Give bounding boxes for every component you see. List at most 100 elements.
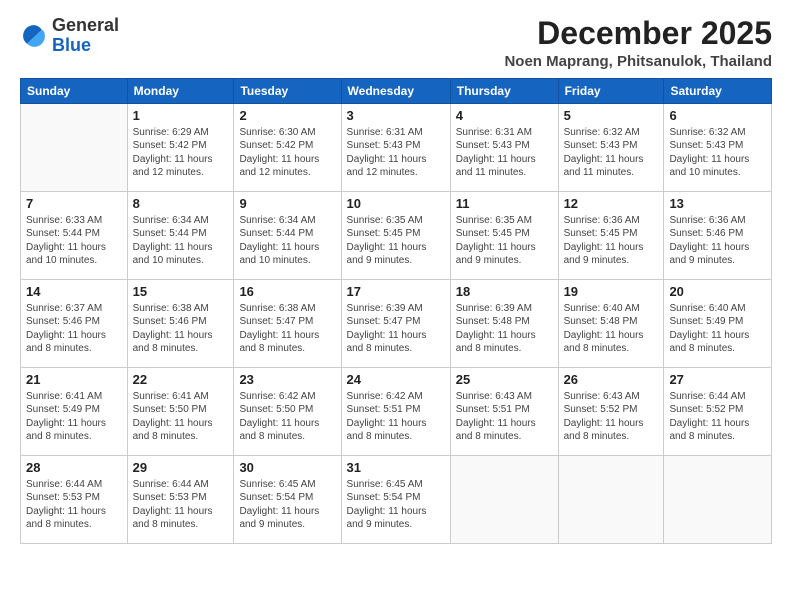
day-info: Sunrise: 6:36 AMSunset: 5:46 PMDaylight:… [669,215,749,267]
day-info: Sunrise: 6:44 AMSunset: 5:52 PMDaylight:… [669,391,749,443]
day-number: 12 [564,195,659,213]
calendar-cell [558,456,664,544]
day-info: Sunrise: 6:40 AMSunset: 5:49 PMDaylight:… [669,303,749,355]
logo-blue: Blue [52,36,119,56]
calendar-cell: 18Sunrise: 6:39 AMSunset: 5:48 PMDayligh… [450,280,558,368]
day-info: Sunrise: 6:43 AMSunset: 5:52 PMDaylight:… [564,391,644,443]
calendar-cell [664,456,772,544]
calendar-week-1: 1 Sunrise: 6:29 AMSunset: 5:42 PMDaylight… [21,104,772,192]
day-info: Sunrise: 6:41 AMSunset: 5:50 PMDaylight:… [133,391,213,443]
day-number: 7 [26,195,122,213]
day-info: Sunrise: 6:35 AMSunset: 5:45 PMDaylight:… [347,215,427,267]
day-number: 1 [133,107,229,125]
day-info: Sunrise: 6:42 AMSunset: 5:50 PMDaylight:… [239,391,319,443]
day-number: 4 [456,107,553,125]
calendar-week-2: 7Sunrise: 6:33 AMSunset: 5:44 PMDaylight… [21,192,772,280]
calendar-cell: 16 Sunrise: 6:38 AMSunset: 5:47 PMDayligh… [234,280,341,368]
calendar-cell: 17 Sunrise: 6:39 AMSunset: 5:47 PMDayligh… [341,280,450,368]
col-sunday: Sunday [21,79,128,104]
day-info: Sunrise: 6:42 AMSunset: 5:51 PMDaylight:… [347,391,427,443]
day-info: Sunrise: 6:31 AMSunset: 5:43 PMDaylight:… [347,127,427,179]
day-number: 25 [456,371,553,389]
day-number: 18 [456,283,553,301]
month-title: December 2025 [504,16,772,51]
page-container: General Blue December 2025 Noen Maprang,… [0,0,792,554]
calendar-cell: 4 Sunrise: 6:31 AMSunset: 5:43 PMDaylight… [450,104,558,192]
calendar-cell [21,104,128,192]
calendar-cell: 20 Sunrise: 6:40 AMSunset: 5:49 PMDayligh… [664,280,772,368]
day-number: 31 [347,459,445,477]
calendar-cell: 26Sunrise: 6:43 AMSunset: 5:52 PMDayligh… [558,368,664,456]
calendar-cell: 13 Sunrise: 6:36 AMSunset: 5:46 PMDayligh… [664,192,772,280]
calendar-cell: 23 Sunrise: 6:42 AMSunset: 5:50 PMDayligh… [234,368,341,456]
day-number: 23 [239,371,335,389]
calendar-cell: 25 Sunrise: 6:43 AMSunset: 5:51 PMDayligh… [450,368,558,456]
calendar-table: Sunday Monday Tuesday Wednesday Thursday… [20,78,772,544]
calendar-week-4: 21 Sunrise: 6:41 AMSunset: 5:49 PMDayligh… [21,368,772,456]
col-tuesday: Tuesday [234,79,341,104]
calendar-cell: 3 Sunrise: 6:31 AMSunset: 5:43 PMDaylight… [341,104,450,192]
day-info: Sunrise: 6:38 AMSunset: 5:47 PMDaylight:… [239,303,319,355]
day-info: Sunrise: 6:35 AMSunset: 5:45 PMDaylight:… [456,215,536,267]
day-number: 2 [239,107,335,125]
day-info: Sunrise: 6:43 AMSunset: 5:51 PMDaylight:… [456,391,536,443]
day-info: Sunrise: 6:30 AMSunset: 5:42 PMDaylight:… [239,127,319,179]
day-number: 24 [347,371,445,389]
day-info: Sunrise: 6:41 AMSunset: 5:49 PMDaylight:… [26,391,106,443]
day-number: 5 [564,107,659,125]
day-number: 21 [26,371,122,389]
col-thursday: Thursday [450,79,558,104]
day-number: 20 [669,283,766,301]
day-number: 8 [133,195,229,213]
calendar-cell: 14 Sunrise: 6:37 AMSunset: 5:46 PMDayligh… [21,280,128,368]
col-friday: Friday [558,79,664,104]
calendar-cell: 22 Sunrise: 6:41 AMSunset: 5:50 PMDayligh… [127,368,234,456]
calendar-cell: 5 Sunrise: 6:32 AMSunset: 5:43 PMDaylight… [558,104,664,192]
day-number: 17 [347,283,445,301]
header-row: General Blue December 2025 Noen Maprang,… [20,16,772,70]
calendar-week-3: 14 Sunrise: 6:37 AMSunset: 5:46 PMDayligh… [21,280,772,368]
day-info: Sunrise: 6:34 AMSunset: 5:44 PMDaylight:… [133,215,213,267]
day-info: Sunrise: 6:32 AMSunset: 5:43 PMDaylight:… [564,127,644,179]
calendar-cell: 21 Sunrise: 6:41 AMSunset: 5:49 PMDayligh… [21,368,128,456]
day-info: Sunrise: 6:44 AMSunset: 5:53 PMDaylight:… [26,479,106,531]
day-info: Sunrise: 6:31 AMSunset: 5:43 PMDaylight:… [456,127,536,179]
calendar-cell: 10 Sunrise: 6:35 AMSunset: 5:45 PMDayligh… [341,192,450,280]
col-monday: Monday [127,79,234,104]
day-info: Sunrise: 6:39 AMSunset: 5:47 PMDaylight:… [347,303,427,355]
day-number: 27 [669,371,766,389]
day-number: 3 [347,107,445,125]
day-number: 30 [239,459,335,477]
calendar-cell: 15Sunrise: 6:38 AMSunset: 5:46 PMDayligh… [127,280,234,368]
day-info: Sunrise: 6:40 AMSunset: 5:48 PMDaylight:… [564,303,644,355]
calendar-header-row: Sunday Monday Tuesday Wednesday Thursday… [21,79,772,104]
logo-text: General Blue [52,16,119,56]
day-number: 28 [26,459,122,477]
calendar-cell: 6Sunrise: 6:32 AMSunset: 5:43 PMDaylight… [664,104,772,192]
day-number: 22 [133,371,229,389]
day-number: 13 [669,195,766,213]
logo: General Blue [20,16,119,56]
calendar-cell: 9 Sunrise: 6:34 AMSunset: 5:44 PMDaylight… [234,192,341,280]
day-info: Sunrise: 6:45 AMSunset: 5:54 PMDaylight:… [347,479,427,531]
day-info: Sunrise: 6:34 AMSunset: 5:44 PMDaylight:… [239,215,319,267]
day-info: Sunrise: 6:32 AMSunset: 5:43 PMDaylight:… [669,127,749,179]
calendar-week-5: 28 Sunrise: 6:44 AMSunset: 5:53 PMDayligh… [21,456,772,544]
calendar-cell: 30Sunrise: 6:45 AMSunset: 5:54 PMDayligh… [234,456,341,544]
calendar-cell: 2 Sunrise: 6:30 AMSunset: 5:42 PMDaylight… [234,104,341,192]
calendar-cell [450,456,558,544]
day-info: Sunrise: 6:29 AMSunset: 5:42 PMDaylight:… [133,127,213,179]
col-wednesday: Wednesday [341,79,450,104]
calendar-cell: 7Sunrise: 6:33 AMSunset: 5:44 PMDaylight… [21,192,128,280]
calendar-cell: 8 Sunrise: 6:34 AMSunset: 5:44 PMDaylight… [127,192,234,280]
day-number: 16 [239,283,335,301]
calendar-cell: 19Sunrise: 6:40 AMSunset: 5:48 PMDayligh… [558,280,664,368]
day-info: Sunrise: 6:37 AMSunset: 5:46 PMDaylight:… [26,303,106,355]
day-info: Sunrise: 6:38 AMSunset: 5:46 PMDaylight:… [133,303,213,355]
day-number: 14 [26,283,122,301]
calendar-cell: 28 Sunrise: 6:44 AMSunset: 5:53 PMDayligh… [21,456,128,544]
calendar-cell: 12Sunrise: 6:36 AMSunset: 5:45 PMDayligh… [558,192,664,280]
day-number: 9 [239,195,335,213]
day-number: 11 [456,195,553,213]
day-number: 10 [347,195,445,213]
